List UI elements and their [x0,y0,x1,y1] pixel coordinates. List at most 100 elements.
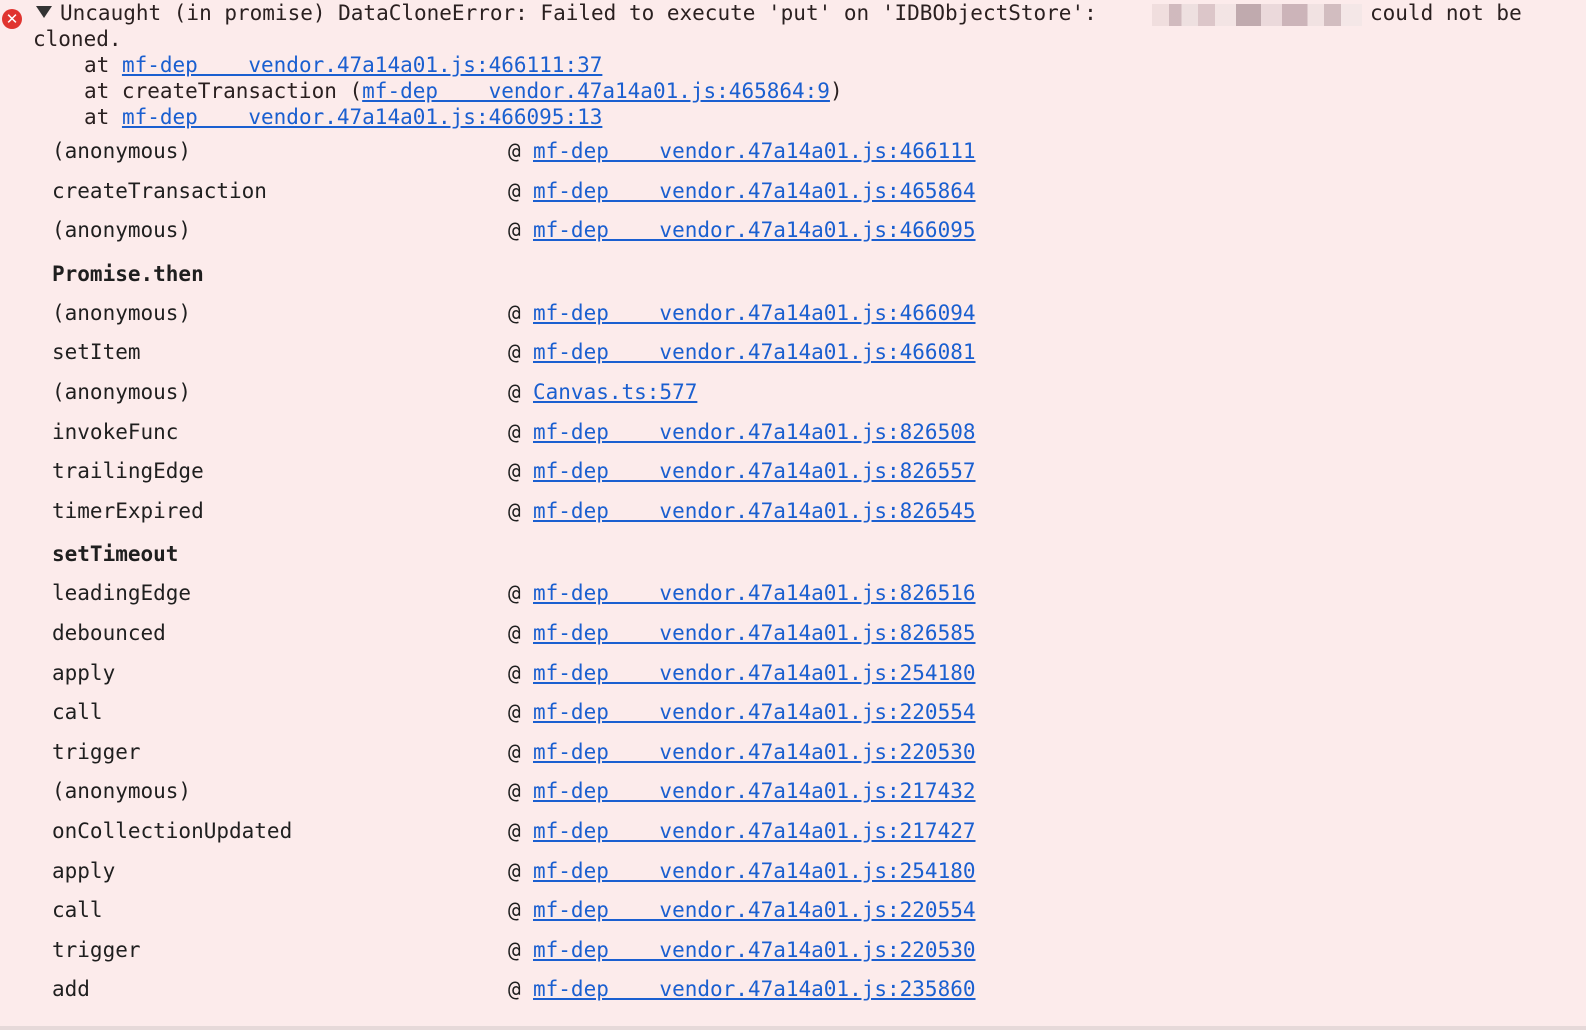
stack-at-line: at createTransaction (mf-dep vendor.47a1… [84,78,843,104]
error-message: Uncaught (in promise) DataCloneError: Fa… [60,1,1097,25]
frame-function: onCollectionUpdated [52,819,293,843]
expand-caret-icon[interactable] [36,6,52,18]
frame-source-link[interactable]: mf-dep vendor.47a14a01.js:466094 [533,301,976,325]
at-prefix: at createTransaction ( [84,79,363,103]
frame-source-link[interactable]: mf-dep vendor.47a14a01.js:826557 [533,459,976,483]
at-symbol: @ [508,621,521,645]
async-boundary: setTimeout [52,542,179,567]
at-suffix: ) [829,79,843,103]
frame-source-link[interactable]: mf-dep vendor.47a14a01.js:220554 [533,898,976,922]
at-symbol: @ [508,700,521,725]
async-boundary: Promise.then [52,261,204,286]
frame-function: call [52,898,103,923]
at-symbol: @ [508,178,521,203]
stack-frame: createTransaction @ mf-dep vendor.47a14a01… [0,172,1586,212]
frame-source-link[interactable]: mf-dep vendor.47a14a01.js:254180 [533,859,976,883]
frame-source-link[interactable]: mf-dep vendor.47a14a01.js:466081 [533,340,976,364]
frame-function: createTransaction [52,178,267,203]
frame-source-link[interactable]: mf-dep vendor.47a14a01.js:220530 [533,938,976,962]
stack-frame: leadingEdge @ mf-dep vendor.47a14a01.js:82… [0,574,1586,614]
at-symbol: @ [508,898,521,923]
at-symbol: @ [508,380,521,404]
frame-function: setItem [52,340,141,365]
stack-frame: setItem @ mf-dep vendor.47a14a01.js:466081 [0,333,1586,373]
frame-source-link[interactable]: mf-dep vendor.47a14a01.js:466111 [533,139,976,163]
error-message-tail: could not be [1370,1,1522,25]
console-error-panel: ✕ Uncaught (in promise) DataCloneError: … [0,0,1586,1030]
at-prefix: at [84,53,122,77]
stack-frame: timerExpired @ mf-dep vendor.47a14a01.js:8… [0,492,1586,532]
stack-frame: trailingEdge @ mf-dep vendor.47a14a01.js:8… [0,452,1586,492]
frame-source-link[interactable]: mf-dep vendor.47a14a01.js:826585 [533,621,976,645]
stack-frame: (anonymous) @ mf-dep vendor.47a14a01.js:46… [0,211,1586,251]
frame-function: (anonymous) [52,779,192,804]
frame-source-link[interactable]: mf-dep vendor.47a14a01.js:466095 [533,218,976,242]
at-symbol: @ [508,660,521,685]
at-symbol: @ [508,581,521,606]
stack-frame: call @ mf-dep vendor.47a14a01.js:220554 [0,693,1586,733]
frame-function: timerExpired [52,498,204,523]
stack-frame: invokeFunc @ mf-dep vendor.47a14a01.js:826… [0,413,1586,453]
frame-function: leadingEdge [52,581,192,606]
at-symbol: @ [508,419,521,444]
source-link[interactable]: mf-dep vendor.47a14a01.js:466111:37 [122,53,602,77]
at-symbol: @ [508,498,521,523]
at-symbol: @ [508,779,521,804]
source-link[interactable]: mf-dep vendor.47a14a01.js:466095:13 [122,105,602,129]
frame-function: (anonymous) [52,218,192,243]
redacted-value [1152,4,1362,26]
at-symbol: @ [508,459,521,484]
stack-frame: apply @ mf-dep vendor.47a14a01.js:254180 [0,852,1586,892]
frame-function: apply [52,858,116,883]
stack-frame: trigger @ mf-dep vendor.47a14a01.js:220530 [0,931,1586,971]
frame-source-link[interactable]: mf-dep vendor.47a14a01.js:254180 [533,661,976,685]
frame-function: trailingEdge [52,459,204,484]
frame-function: (anonymous) [52,380,192,404]
stack-frame: (anonymous) @ mf-dep vendor.47a14a01.js:46… [0,294,1586,334]
at-symbol: @ [508,139,521,163]
frame-source-link[interactable]: mf-dep vendor.47a14a01.js:826545 [533,499,976,523]
frame-source-link[interactable]: mf-dep vendor.47a14a01.js:465864 [533,179,976,203]
source-link[interactable]: mf-dep vendor.47a14a01.js:465864:9 [362,79,830,103]
frame-source-link[interactable]: Canvas.ts:577 [533,380,697,404]
stack-at-line: at mf-dep vendor.47a14a01.js:466111:37 [84,52,602,78]
frame-function: trigger [52,739,141,764]
at-symbol: @ [508,739,521,764]
frame-function: add [52,977,90,1002]
stack-frame: (anonymous) @ mf-dep vendor.47a14a01.js:21… [0,772,1586,812]
divider [0,1026,1586,1030]
at-symbol: @ [508,340,521,365]
frame-function: debounced [52,621,166,645]
at-symbol: @ [508,858,521,883]
at-symbol: @ [508,300,521,325]
stack-frame: debounced @ mf-dep vendor.47a14a01.js:8265… [0,614,1586,654]
at-symbol: @ [508,977,521,1002]
at-prefix: at [84,105,122,129]
frame-function: invokeFunc [52,419,179,444]
frame-source-link[interactable]: mf-dep vendor.47a14a01.js:235860 [533,977,976,1001]
stack-frame: call @ mf-dep vendor.47a14a01.js:220554 [0,891,1586,931]
frame-source-link[interactable]: mf-dep vendor.47a14a01.js:826516 [533,581,976,605]
error-icon: ✕ [2,9,22,29]
frame-source-link[interactable]: mf-dep vendor.47a14a01.js:220530 [533,740,976,764]
frame-function: trigger [52,937,141,962]
stack-frame: trigger @ mf-dep vendor.47a14a01.js:220530 [0,733,1586,773]
error-message-continued: cloned. [33,27,122,51]
at-symbol: @ [508,218,521,243]
stack-frame: (anonymous) @ Canvas.ts:577 [0,373,1586,413]
frame-function: (anonymous) [52,300,192,325]
frame-function: (anonymous) [52,139,192,163]
stack-frame: (anonymous) @ mf-dep vendor.47a14a01.js:46… [0,132,1586,172]
frame-function: call [52,700,103,725]
frame-source-link[interactable]: mf-dep vendor.47a14a01.js:826508 [533,420,976,444]
at-symbol: @ [508,937,521,962]
stack-frame: onCollectionUpdated @ mf-dep vendor.47a14a… [0,812,1586,852]
stack-frame: apply @ mf-dep vendor.47a14a01.js:254180 [0,654,1586,694]
at-symbol: @ [508,819,521,843]
stack-at-line: at mf-dep vendor.47a14a01.js:466095:13 [84,104,602,130]
frame-function: apply [52,660,116,685]
stack-frame: add @ mf-dep vendor.47a14a01.js:235860 [0,970,1586,1010]
frame-source-link[interactable]: mf-dep vendor.47a14a01.js:220554 [533,700,976,724]
frame-source-link[interactable]: mf-dep vendor.47a14a01.js:217427 [533,819,976,843]
frame-source-link[interactable]: mf-dep vendor.47a14a01.js:217432 [533,779,976,803]
